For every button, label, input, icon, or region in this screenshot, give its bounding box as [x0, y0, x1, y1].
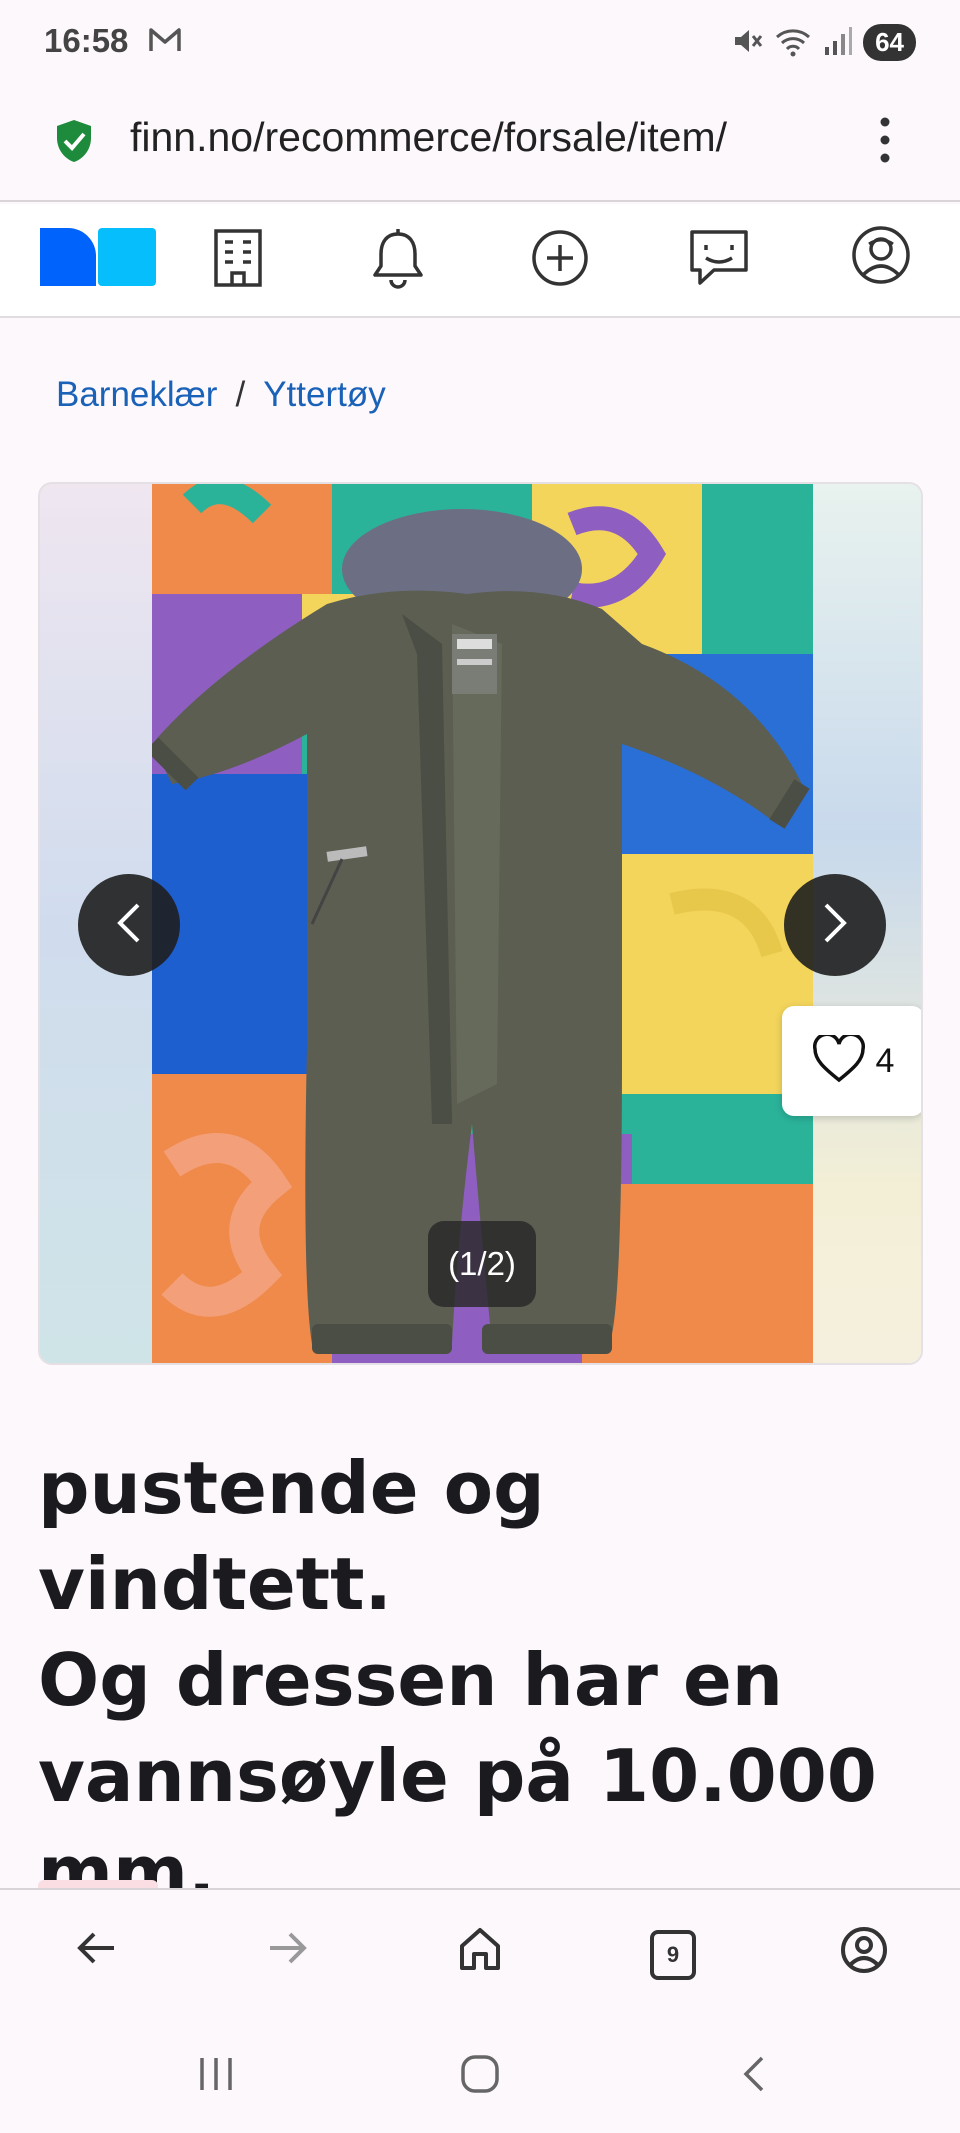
back-arrow-icon[interactable]: [74, 1926, 118, 1974]
chevron-left-icon[interactable]: [114, 901, 144, 949]
status-indicators: 64: [731, 24, 916, 61]
favorite-count: 4: [875, 1041, 895, 1080]
system-navigation-bar: [0, 2022, 960, 2133]
profile-icon[interactable]: [850, 224, 912, 290]
new-ad-plus-icon[interactable]: [530, 228, 590, 292]
gmail-icon: [148, 26, 182, 58]
home-button-icon[interactable]: [460, 2054, 500, 2098]
secure-shield-icon[interactable]: [54, 118, 94, 168]
status-bar: 16:58 64: [0, 0, 960, 86]
finn-logo[interactable]: [40, 228, 156, 290]
signal-icon: [823, 25, 853, 61]
wifi-icon: [773, 25, 813, 61]
building-icon[interactable]: [210, 228, 266, 292]
heart-icon[interactable]: [812, 1032, 866, 1087]
status-time: 16:58: [44, 22, 129, 59]
url-text[interactable]: finn.no/recommerce/forsale/item/: [130, 114, 826, 161]
browser-menu-icon[interactable]: [870, 114, 900, 170]
recent-apps-icon[interactable]: [196, 2054, 236, 2098]
chevron-right-icon[interactable]: [820, 901, 850, 949]
breadcrumb-link-yttertoy[interactable]: Yttertøy: [263, 375, 386, 414]
image-counter: (1/2): [428, 1221, 536, 1307]
tab-switcher-button[interactable]: 9: [650, 1930, 696, 1980]
account-icon[interactable]: [840, 1926, 888, 1978]
next-image-button[interactable]: [784, 874, 886, 976]
messages-chat-icon[interactable]: [688, 228, 750, 292]
mute-icon: [731, 25, 763, 61]
title-line: Og dressen har en: [38, 1638, 784, 1722]
site-header: [0, 204, 960, 318]
browser-url-bar[interactable]: finn.no/recommerce/forsale/item/: [0, 86, 960, 202]
favorite-button[interactable]: 4: [782, 1006, 921, 1116]
title-line: vannsøyle på 10.000: [38, 1734, 877, 1818]
browser-bottom-bar: 9: [0, 1888, 960, 2022]
breadcrumb: Barneklær / Yttertøy: [56, 375, 386, 415]
battery-indicator: 64: [863, 24, 916, 61]
forward-arrow-icon[interactable]: [266, 1926, 310, 1974]
listing-title: pustende og vindtett. Og dressen har en …: [38, 1440, 918, 1920]
previous-image-button[interactable]: [78, 874, 180, 976]
notifications-bell-icon[interactable]: [370, 228, 426, 294]
system-back-icon[interactable]: [734, 2054, 774, 2098]
title-line: pustende og vindtett.: [38, 1446, 545, 1626]
breadcrumb-separator: /: [235, 375, 246, 414]
home-icon[interactable]: [458, 1926, 502, 1976]
breadcrumb-link-barneklaer[interactable]: Barneklær: [56, 375, 217, 414]
